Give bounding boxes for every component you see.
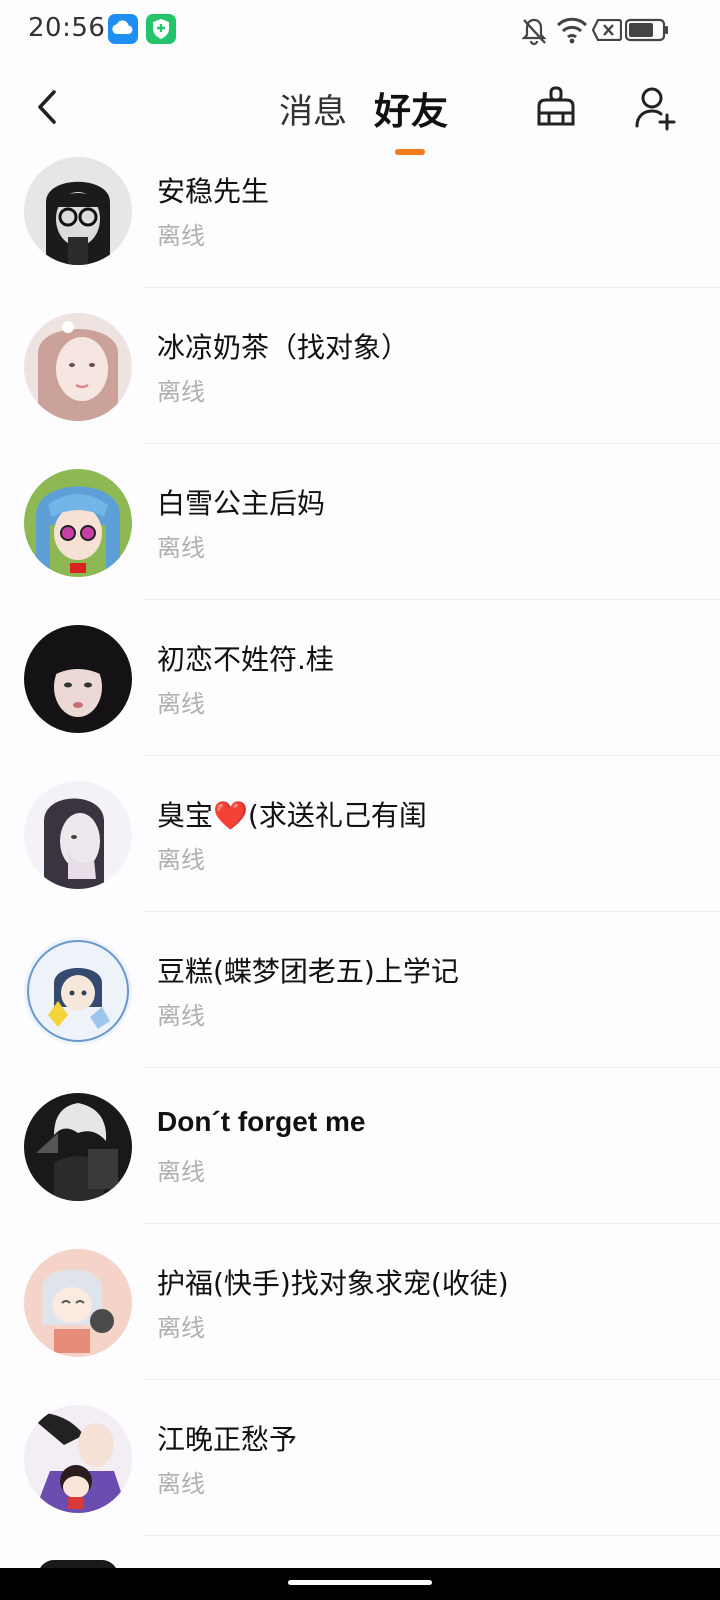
home-gesture-handle[interactable]	[288, 1580, 432, 1585]
shield-app-icon	[146, 14, 176, 44]
bell-muted-icon	[520, 16, 548, 50]
heart-emoji-icon: ❤️	[213, 799, 248, 832]
divider	[144, 755, 720, 756]
friend-status: 离线	[157, 378, 205, 406]
friend-list: 安稳先生 离线 冰凉奶茶（找对象） 离线 白雪公主后妈 离线 初恋不姓符.桂 离…	[0, 150, 720, 1554]
tab-friends[interactable]: 好友	[374, 81, 448, 135]
friend-name: 安稳先生	[157, 175, 270, 208]
friend-name: 护福(快手)找对象求宠(收徒)	[157, 1267, 509, 1300]
status-bar: 20:56	[0, 0, 720, 62]
divider	[144, 1535, 720, 1536]
friend-name: 豆糕(蝶梦团老五)上学记	[157, 955, 459, 988]
status-time: 20:56	[28, 13, 106, 43]
friend-status: 离线	[157, 1002, 205, 1030]
avatar	[24, 1405, 132, 1513]
friend-status: 离线	[157, 534, 205, 562]
friend-row[interactable]: 白雪公主后妈 离线	[0, 462, 720, 618]
divider	[144, 287, 720, 288]
friend-status: 离线	[157, 1470, 205, 1498]
top-navigation: 消息 好友	[0, 62, 720, 155]
avatar	[24, 469, 132, 577]
friend-row[interactable]: 冰凉奶茶（找对象） 离线	[0, 306, 720, 462]
friend-name: Don´t forget me	[157, 1106, 366, 1137]
divider	[144, 1379, 720, 1380]
divider	[144, 911, 720, 912]
friend-row[interactable]: 江晚正愁予 离线	[0, 1398, 720, 1554]
battery-icon	[624, 18, 669, 46]
avatar	[24, 313, 132, 421]
back-button[interactable]	[30, 82, 70, 130]
divider	[144, 443, 720, 444]
friend-name: 江晚正愁予	[157, 1423, 298, 1456]
avatar	[24, 937, 132, 1045]
no-sim-icon	[591, 18, 623, 45]
tab-messages[interactable]: 消息	[279, 84, 347, 133]
avatar	[24, 1093, 132, 1201]
avatar	[24, 781, 132, 889]
friend-row[interactable]: 安稳先生 离线	[0, 150, 720, 306]
avatar	[24, 1249, 132, 1357]
clean-broom-icon[interactable]	[534, 84, 578, 132]
avatar	[24, 157, 132, 265]
friend-status: 离线	[157, 1314, 205, 1342]
friend-name: 臭宝❤️(求送礼己有闺	[157, 799, 427, 832]
friend-row[interactable]: 护福(快手)找对象求宠(收徒) 离线	[0, 1242, 720, 1398]
divider	[144, 1223, 720, 1224]
friend-status: 离线	[157, 222, 205, 250]
system-navigation-bar	[0, 1568, 720, 1600]
friend-name: 冰凉奶茶（找对象）	[157, 331, 410, 364]
friend-status: 离线	[157, 1158, 205, 1186]
wifi-icon	[556, 16, 588, 48]
friend-name: 白雪公主后妈	[157, 487, 326, 520]
friend-row[interactable]: 豆糕(蝶梦团老五)上学记 离线	[0, 930, 720, 1086]
divider	[144, 599, 720, 600]
friend-status: 离线	[157, 690, 205, 718]
friend-row[interactable]: 臭宝❤️(求送礼己有闺 离线	[0, 774, 720, 930]
weather-cloud-icon	[108, 14, 138, 44]
friend-status: 离线	[157, 846, 205, 874]
avatar	[24, 625, 132, 733]
friend-row[interactable]: Don´t forget me 离线	[0, 1086, 720, 1242]
friend-row[interactable]: 初恋不姓符.桂 离线	[0, 618, 720, 774]
divider	[144, 1067, 720, 1068]
add-friend-icon[interactable]	[634, 84, 678, 132]
friend-name: 初恋不姓符.桂	[157, 643, 334, 676]
